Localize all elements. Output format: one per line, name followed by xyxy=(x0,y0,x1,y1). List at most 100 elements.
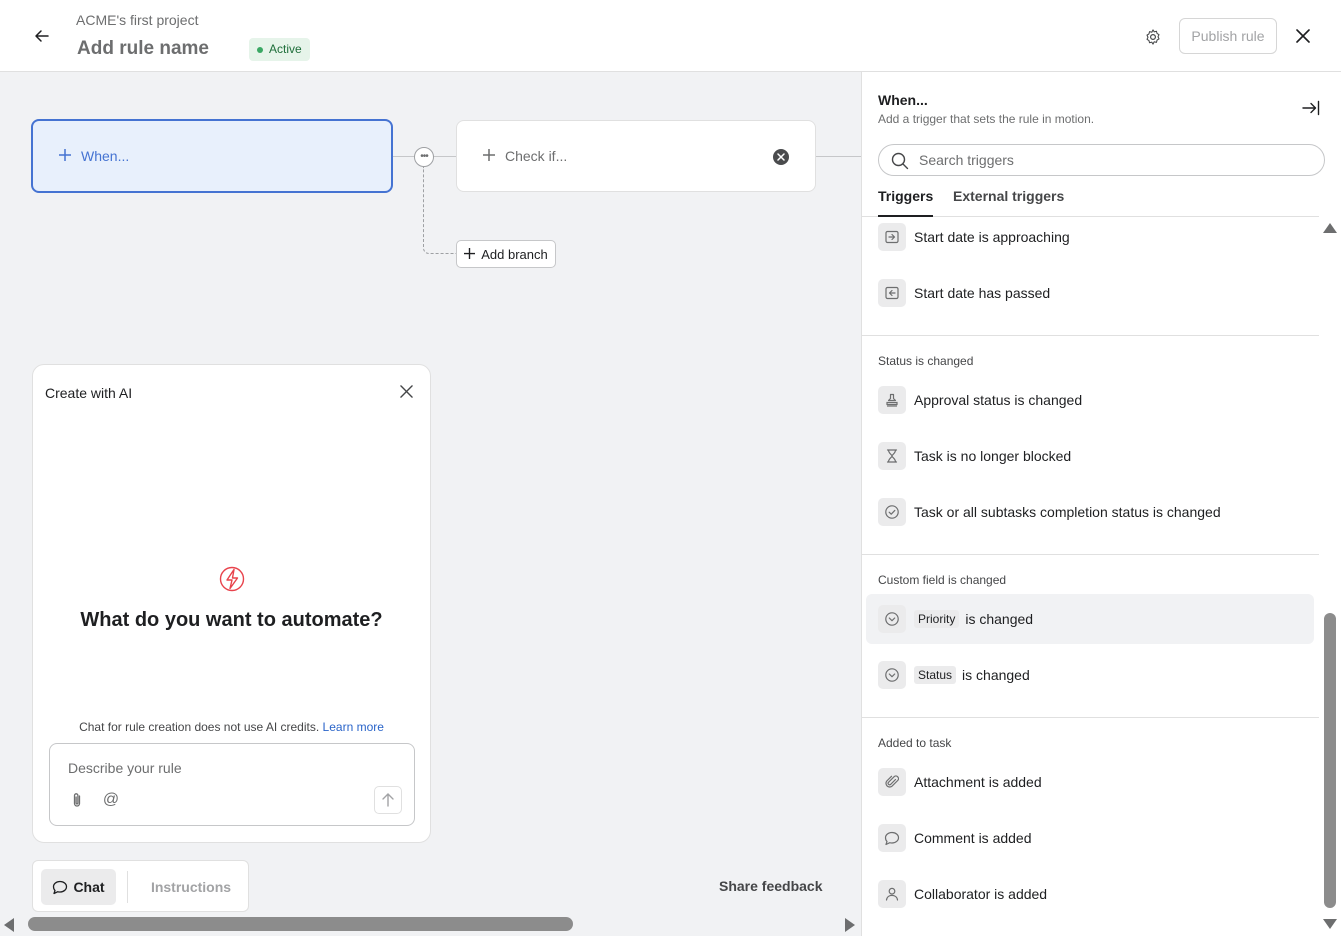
trigger-comment-added[interactable]: Comment is added xyxy=(866,813,1314,863)
ai-credits-note: Chat for rule creation does not use AI c… xyxy=(33,720,430,734)
vertical-scroll-thumb[interactable] xyxy=(1324,613,1336,908)
section-divider xyxy=(862,717,1319,718)
side-panel-subtitle: Add a trigger that sets the rule in moti… xyxy=(878,112,1095,126)
section-divider xyxy=(862,335,1319,336)
person-icon xyxy=(878,880,906,908)
trigger-label: Start date has passed xyxy=(914,285,1051,301)
close-icon xyxy=(1296,29,1310,43)
chat-bubble-icon xyxy=(53,880,68,894)
ai-note-text: Chat for rule creation does not use AI c… xyxy=(79,720,320,734)
dropdown-circle-icon xyxy=(878,605,906,633)
horizontal-scrollbar[interactable] xyxy=(0,913,861,936)
check-if-condition-node[interactable]: Check if... xyxy=(456,120,816,192)
publish-rule-button[interactable]: Publish rule xyxy=(1179,18,1277,54)
field-chip-priority: Priority xyxy=(914,610,960,628)
search-triggers-input[interactable] xyxy=(919,145,1314,175)
mention-icon[interactable]: @ xyxy=(102,791,120,809)
when-trigger-node[interactable]: When... xyxy=(31,119,393,193)
calendar-forward-icon xyxy=(878,223,906,251)
gear-icon xyxy=(1146,29,1160,45)
send-button[interactable] xyxy=(374,786,402,814)
plus-icon xyxy=(464,247,476,262)
trigger-tabs: Triggers External triggers xyxy=(862,180,1319,217)
back-button[interactable] xyxy=(28,22,56,50)
trigger-approval-status-changed[interactable]: Approval status is changed xyxy=(866,375,1314,425)
more-options-button[interactable]: ••• xyxy=(414,147,434,167)
close-icon xyxy=(399,384,413,398)
trigger-status-changed[interactable]: Status is changed xyxy=(866,650,1314,700)
ai-panel-title: Create with AI xyxy=(45,385,133,401)
learn-more-link[interactable]: Learn more xyxy=(323,720,384,734)
horizontal-scroll-thumb[interactable] xyxy=(28,917,573,931)
trigger-label: Priority is changed xyxy=(914,610,1033,628)
connector-line-right xyxy=(816,156,861,157)
field-chip-status: Status xyxy=(914,666,957,684)
trigger-label: Attachment is added xyxy=(914,774,1042,790)
paperclip-icon[interactable] xyxy=(68,791,86,809)
tab-external-triggers[interactable]: External triggers xyxy=(953,188,1064,217)
trigger-start-date-passed[interactable]: Start date has passed xyxy=(866,268,1314,318)
status-badge: Active xyxy=(249,38,310,61)
trigger-priority-changed[interactable]: Priority is changed xyxy=(866,594,1314,644)
trigger-label: Start date is approaching xyxy=(914,229,1070,245)
add-branch-button[interactable]: Add branch xyxy=(456,240,556,268)
comment-icon xyxy=(878,824,906,852)
collapse-right-icon xyxy=(1302,100,1320,116)
trigger-label: Task is no longer blocked xyxy=(914,448,1072,464)
collapse-panel-button[interactable] xyxy=(1301,98,1321,118)
trigger-start-date-approaching[interactable]: Start date is approaching xyxy=(866,217,1314,262)
tab-divider xyxy=(127,871,128,903)
rule-name-field[interactable]: Add rule name xyxy=(77,38,209,60)
describe-rule-placeholder: Describe your rule xyxy=(68,760,182,776)
settings-button[interactable] xyxy=(1140,24,1166,50)
when-node-label: When... xyxy=(81,148,130,164)
trigger-completion-status-changed[interactable]: Task or all subtasks completion status i… xyxy=(866,487,1314,537)
trigger-label: Status is changed xyxy=(914,666,1030,684)
trigger-label: Comment is added xyxy=(914,830,1032,846)
scroll-right-arrow-icon[interactable] xyxy=(845,918,855,932)
project-name[interactable]: ACME's first project xyxy=(76,12,198,28)
trigger-collaborator-added[interactable]: Collaborator is added xyxy=(866,869,1314,919)
tab-chat-label: Chat xyxy=(73,879,105,895)
rule-canvas[interactable]: When... ••• Check if... Add branch Creat… xyxy=(0,72,861,936)
tab-chat[interactable]: Chat xyxy=(41,869,116,905)
section-heading-added-to-task: Added to task xyxy=(878,736,952,750)
tab-triggers[interactable]: Triggers xyxy=(878,188,934,217)
side-panel-title: When... xyxy=(878,92,928,108)
lightning-bolt-icon xyxy=(219,566,245,592)
section-divider xyxy=(862,554,1319,555)
trigger-task-no-longer-blocked[interactable]: Task is no longer blocked xyxy=(866,431,1314,481)
calendar-back-icon xyxy=(878,279,906,307)
header: ACME's first project Add rule name Activ… xyxy=(0,0,1341,72)
remove-condition-icon[interactable] xyxy=(773,149,789,165)
dropdown-circle-icon xyxy=(878,661,906,689)
trigger-list[interactable]: Start date is approaching Start date has… xyxy=(862,217,1319,936)
ai-question-heading: What do you want to automate? xyxy=(80,609,383,631)
plus-icon xyxy=(483,148,495,164)
trigger-label: Collaborator is added xyxy=(914,886,1048,902)
stamp-icon xyxy=(878,386,906,414)
ai-mode-tabs: Chat Instructions xyxy=(32,860,249,912)
trigger-label: Task or all subtasks completion status i… xyxy=(914,504,1221,520)
vertical-scrollbar[interactable] xyxy=(1319,217,1341,936)
trigger-side-panel: When... Add a trigger that sets the rule… xyxy=(861,72,1341,936)
arrow-up-icon xyxy=(382,793,394,807)
search-triggers-field[interactable] xyxy=(878,144,1325,176)
paperclip-icon xyxy=(878,768,906,796)
ai-panel-close-button[interactable] xyxy=(396,381,416,401)
describe-rule-input[interactable]: Describe your rule @ xyxy=(49,743,415,826)
arrow-left-icon xyxy=(35,30,49,42)
scroll-up-arrow-icon[interactable] xyxy=(1323,223,1337,233)
branch-connector xyxy=(423,167,457,254)
create-with-ai-panel: Create with AI What do you want to autom… xyxy=(32,364,431,843)
trigger-label: Approval status is changed xyxy=(914,392,1083,408)
section-heading-custom-field-changed: Custom field is changed xyxy=(878,573,1007,587)
hourglass-icon xyxy=(878,442,906,470)
add-branch-label: Add branch xyxy=(481,246,548,262)
tab-instructions[interactable]: Instructions xyxy=(139,869,243,905)
close-button[interactable] xyxy=(1291,24,1315,48)
trigger-attachment-added[interactable]: Attachment is added xyxy=(866,757,1314,807)
share-feedback-link[interactable]: Share feedback xyxy=(719,878,823,894)
scroll-down-arrow-icon[interactable] xyxy=(1323,919,1337,929)
scroll-left-arrow-icon[interactable] xyxy=(4,918,14,932)
